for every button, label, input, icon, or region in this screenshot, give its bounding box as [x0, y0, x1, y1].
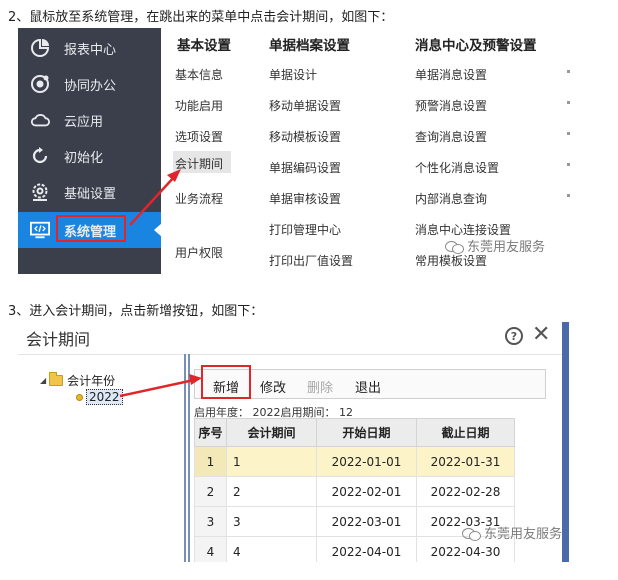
watermark-text: 东莞用友服务 [467, 240, 546, 255]
accounting-period-dialog: 会计期间 ? ✕ ◢ 会计年份 2022 新增 修改 删除 退出 启用年度： 2… [18, 322, 569, 562]
step-3-instruction: 3、进入会计期间，点击新增按钮，如图下： [8, 304, 264, 319]
step-2-instruction: 2、鼠标放至系统管理，在跳出来的菜单中点击会计期间，如图下： [8, 10, 394, 25]
wechat-logo-icon [462, 526, 481, 541]
menu-screenshot: 报表中心 协同办公 云应用 初始化 基础设置 系统管理 基本设置 单据档案设置 … [18, 28, 570, 274]
wechat-logo-icon [445, 239, 464, 254]
watermark: 东莞用友服务 [445, 236, 545, 255]
watermark-text: 东莞用友服务 [484, 527, 563, 542]
watermark: 东莞用友服务 [462, 523, 562, 542]
